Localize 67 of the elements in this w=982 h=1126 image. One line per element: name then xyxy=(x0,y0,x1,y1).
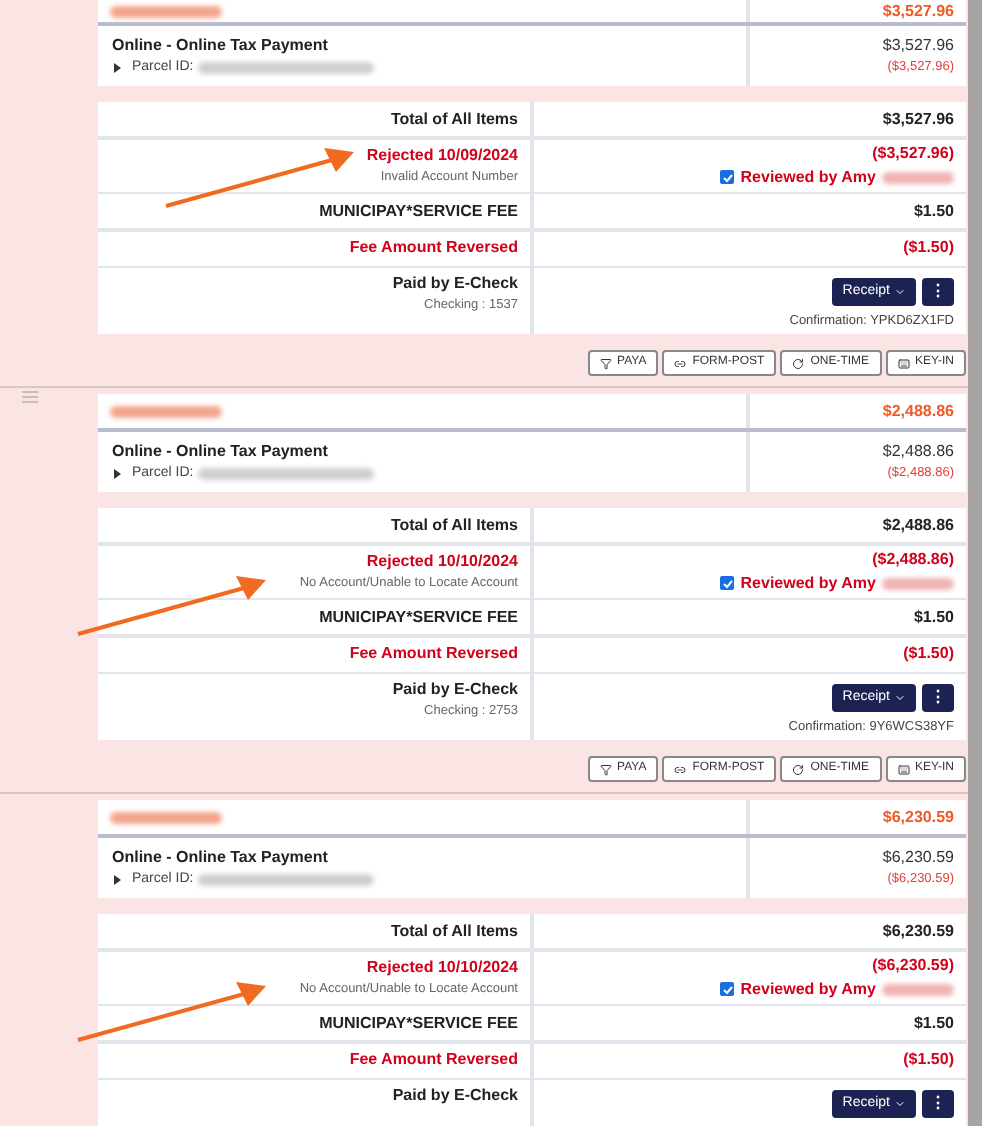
payment-method: Paid by E-Check xyxy=(392,1086,518,1106)
fee-label: MUNICIPAY*SERVICE FEE xyxy=(319,605,518,629)
fee-amount: $1.50 xyxy=(913,199,954,223)
redacted-text xyxy=(110,5,222,17)
caret-icon xyxy=(894,692,906,704)
more-button[interactable]: ⋮ xyxy=(922,278,954,306)
more-button[interactable]: ⋮ xyxy=(922,684,954,712)
total-amount: $3,527.96 xyxy=(882,107,954,131)
reviewed-checkbox[interactable] xyxy=(720,576,735,590)
method-icon xyxy=(792,763,805,775)
rejected-amount: ($6,230.59) xyxy=(872,953,954,977)
expand-icon[interactable] xyxy=(112,874,122,886)
rejected-amount: ($3,527.96) xyxy=(872,141,954,165)
fee-reversed-label: Fee Amount Reversed xyxy=(349,642,518,666)
total-amount: $2,488.86 xyxy=(882,513,954,537)
method-icon xyxy=(599,763,612,775)
redacted-text xyxy=(882,983,954,995)
expand-icon[interactable] xyxy=(112,62,122,74)
fee-amount: $1.50 xyxy=(913,1011,954,1035)
redacted-text xyxy=(110,405,222,417)
item-amount: $6,230.59 xyxy=(882,846,954,871)
method-icon xyxy=(674,357,687,369)
fee-amount: $1.50 xyxy=(913,605,954,629)
method-icon xyxy=(792,357,805,369)
merchant-amount: $3,527.96 xyxy=(882,0,954,23)
item-title: Online - Online Tax Payment xyxy=(112,439,330,464)
redacted-text xyxy=(882,171,954,183)
reviewed-by-label: Reviewed by Amy xyxy=(740,571,876,595)
fee-reversed-amount: ($1.50) xyxy=(903,236,954,260)
item-amount: $2,488.86 xyxy=(882,440,954,465)
reviewed-checkbox[interactable] xyxy=(720,170,735,184)
payment-method: Paid by E-Check xyxy=(392,680,518,700)
total-label: Total of All Items xyxy=(390,107,518,131)
payment-method: Paid by E-Check xyxy=(392,274,518,294)
total-label: Total of All Items xyxy=(390,919,518,943)
fee-reversed-amount: ($1.50) xyxy=(903,642,954,666)
reviewed-by-label: Reviewed by Amy xyxy=(740,165,876,189)
caret-icon xyxy=(894,286,906,298)
reviewed-by-label: Reviewed by Amy xyxy=(740,977,876,1001)
merchant-amount: $6,230.59 xyxy=(882,805,954,829)
item-title: Online - Online Tax Payment xyxy=(112,845,330,870)
rejected-status: Rejected 10/10/2024 xyxy=(366,549,518,574)
caret-icon xyxy=(894,1098,906,1110)
item-title: Online - Online Tax Payment xyxy=(112,33,330,58)
grip-icon[interactable] xyxy=(22,390,38,404)
redacted-text xyxy=(882,577,954,589)
redacted-text xyxy=(110,811,222,823)
total-label: Total of All Items xyxy=(390,513,518,537)
item-amount: $3,527.96 xyxy=(882,34,954,59)
rejected-amount: ($2,488.86) xyxy=(872,547,954,571)
fee-reversed-label: Fee Amount Reversed xyxy=(349,236,518,260)
more-button[interactable]: ⋮ xyxy=(922,1090,954,1118)
method-icon xyxy=(674,763,687,775)
fee-reversed-label: Fee Amount Reversed xyxy=(349,1048,518,1072)
scrollbar[interactable] xyxy=(968,0,982,1126)
fee-label: MUNICIPAY*SERVICE FEE xyxy=(319,199,518,223)
expand-icon[interactable] xyxy=(112,468,122,480)
method-icon xyxy=(897,763,910,775)
method-icon xyxy=(897,357,910,369)
method-icon xyxy=(599,357,612,369)
rejected-status: Rejected 10/10/2024 xyxy=(366,955,518,980)
fee-label: MUNICIPAY*SERVICE FEE xyxy=(319,1011,518,1035)
fee-reversed-amount: ($1.50) xyxy=(903,1048,954,1072)
merchant-amount: $2,488.86 xyxy=(882,399,954,423)
total-amount: $6,230.59 xyxy=(882,919,954,943)
reviewed-checkbox[interactable] xyxy=(720,982,735,996)
rejected-status: Rejected 10/09/2024 xyxy=(366,143,518,168)
